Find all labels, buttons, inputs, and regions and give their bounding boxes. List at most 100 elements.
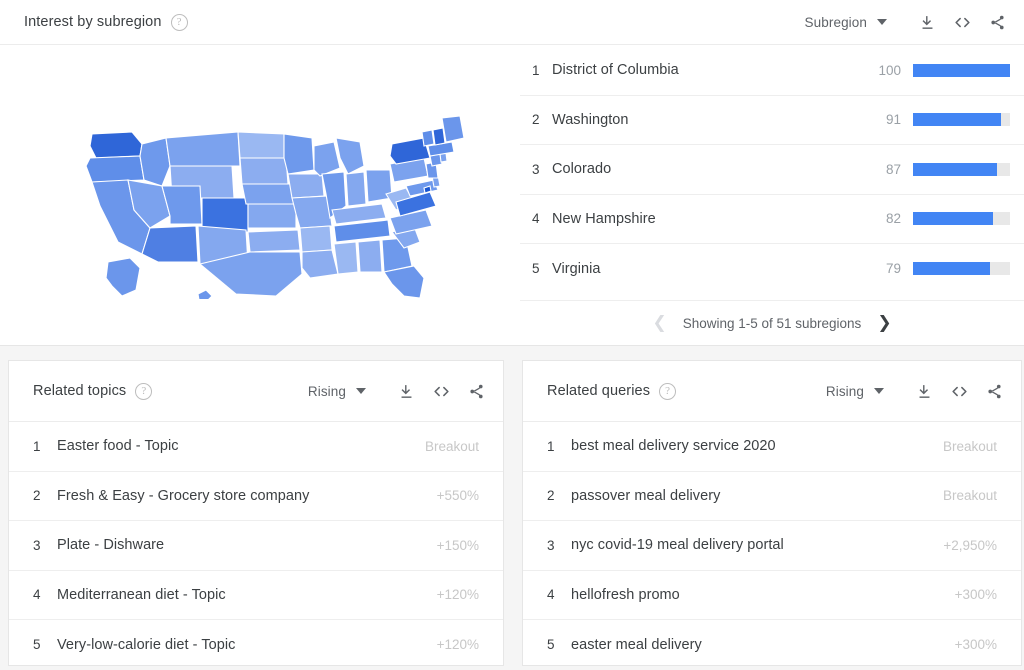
help-circle-icon[interactable]: ? (170, 13, 188, 31)
list-item[interactable]: 3 nyc covid-19 meal delivery portal +2,9… (523, 521, 1021, 571)
subregion-dropdown-label[interactable]: Subregion (805, 15, 867, 30)
row-term: Mediterranean diet - Topic (57, 586, 226, 603)
state-HI (197, 289, 213, 299)
state-UT (161, 185, 203, 225)
download-icon[interactable] (914, 9, 940, 35)
state-ME (441, 115, 465, 143)
row-name: Washington (552, 111, 629, 128)
list-item[interactable]: 4 Mediterranean diet - Topic +120% (9, 571, 503, 620)
row-term: Plate - Dishware (57, 537, 165, 554)
help-circle-icon[interactable]: ? (659, 382, 677, 400)
row-name: Virginia (552, 260, 601, 277)
share-icon[interactable] (984, 9, 1010, 35)
state-AZ (141, 225, 199, 263)
row-rank: 2 (547, 488, 555, 504)
share-icon[interactable] (463, 378, 489, 404)
list-item[interactable]: 1 best meal delivery service 2020 Breako… (523, 422, 1021, 472)
embed-code-icon[interactable] (946, 378, 972, 404)
chevron-down-icon[interactable] (356, 388, 366, 394)
download-icon[interactable] (911, 378, 937, 404)
state-IA (287, 173, 325, 199)
row-name: New Hampshire (552, 210, 656, 227)
row-term: nyc covid-19 meal delivery portal (571, 537, 784, 554)
row-rank: 4 (33, 587, 41, 603)
list-item[interactable]: 2 passover meal delivery Breakout (523, 472, 1021, 521)
pagination-label: Showing 1-5 of 51 subregions (682, 315, 862, 331)
row-bar-fill (913, 63, 1010, 77)
map-svg (85, 115, 465, 299)
table-row[interactable]: 5 Virginia 79 (520, 244, 1024, 294)
row-bar-fill (913, 113, 1002, 127)
us-choropleth-map[interactable] (0, 46, 513, 299)
state-OR (85, 155, 145, 183)
state-WI (313, 141, 341, 177)
state-AL (357, 239, 383, 273)
row-rank: 3 (532, 161, 540, 177)
table-row[interactable]: 3 Colorado 87 (520, 145, 1024, 195)
row-rank: 1 (547, 438, 555, 454)
row-term: Easter food - Topic (57, 438, 179, 455)
row-rank: 2 (532, 112, 540, 128)
chevron-down-icon[interactable] (877, 19, 887, 25)
embed-code-icon[interactable] (949, 9, 975, 35)
row-value: Breakout (424, 438, 479, 454)
related-queries-card: Related queries ? Rising 1 best meal del… (522, 360, 1022, 666)
state-NE (241, 183, 295, 205)
row-value: +550% (436, 488, 479, 504)
row-value: +2,950% (943, 537, 997, 553)
state-FL (383, 265, 425, 299)
row-term: hellofresh promo (571, 586, 680, 603)
page-title: Interest by subregion (24, 14, 162, 30)
row-term: best meal delivery service 2020 (571, 438, 776, 455)
related-queries-title: Related queries (547, 383, 651, 399)
chevron-right-icon[interactable]: ❯ (877, 314, 891, 332)
state-MN (283, 133, 315, 175)
table-row[interactable]: 2 Washington 91 (520, 96, 1024, 145)
state-MI (335, 137, 365, 175)
table-row[interactable]: 4 New Hampshire 82 (520, 195, 1024, 244)
row-term: passover meal delivery (571, 487, 721, 504)
related-topics-dropdown-label[interactable]: Rising (308, 384, 346, 399)
row-value: +120% (436, 637, 479, 653)
chevron-left-icon[interactable]: ❮ (652, 314, 666, 332)
row-value: +150% (436, 537, 479, 553)
state-WA (89, 131, 143, 159)
row-value: +120% (436, 587, 479, 603)
state-ND (237, 131, 285, 159)
table-row[interactable]: 1 District of Columbia 100 (520, 46, 1024, 96)
embed-code-icon[interactable] (428, 378, 454, 404)
state-OK (247, 229, 301, 253)
row-rank: 3 (33, 537, 41, 553)
state-MS (333, 241, 359, 275)
row-rank: 1 (532, 62, 540, 78)
list-item[interactable]: 2 Fresh & Easy - Grocery store company +… (9, 472, 503, 521)
state-ID (139, 137, 171, 187)
state-LA (301, 249, 339, 279)
related-topics-title: Related topics (33, 383, 127, 399)
chevron-down-icon[interactable] (874, 388, 884, 394)
related-topics-card: Related topics ? Rising 1 Easter food - … (8, 360, 504, 666)
list-item[interactable]: 5 Very-low-calorie diet - Topic +120% (9, 620, 503, 670)
state-NH (432, 127, 446, 146)
row-value: Breakout (942, 438, 997, 454)
list-item[interactable]: 4 hellofresh promo +300% (523, 571, 1021, 620)
state-IN (345, 171, 367, 207)
subregion-rank-list: 1 District of Columbia 100 2 Washington … (520, 46, 1024, 294)
state-AK (105, 257, 141, 297)
help-circle-icon[interactable]: ? (135, 382, 153, 400)
state-MT (165, 131, 241, 167)
list-item[interactable]: 3 Plate - Dishware +150% (9, 521, 503, 571)
download-icon[interactable] (393, 378, 419, 404)
list-item[interactable]: 1 Easter food - Topic Breakout (9, 422, 503, 472)
interest-by-subregion-card: Interest by subregion ? Subregion 1 Dist… (0, 0, 1024, 346)
share-icon[interactable] (981, 378, 1007, 404)
row-bar-fill (913, 212, 993, 226)
map-states (85, 115, 465, 299)
row-term: Fresh & Easy - Grocery store company (57, 487, 310, 504)
row-value: Breakout (942, 488, 997, 504)
row-term: easter meal delivery (571, 636, 702, 653)
related-queries-dropdown-label[interactable]: Rising (826, 384, 864, 399)
list-item[interactable]: 5 easter meal delivery +300% (523, 620, 1021, 670)
state-NC (389, 209, 433, 235)
subregion-toolbar: Subregion (805, 9, 1010, 35)
